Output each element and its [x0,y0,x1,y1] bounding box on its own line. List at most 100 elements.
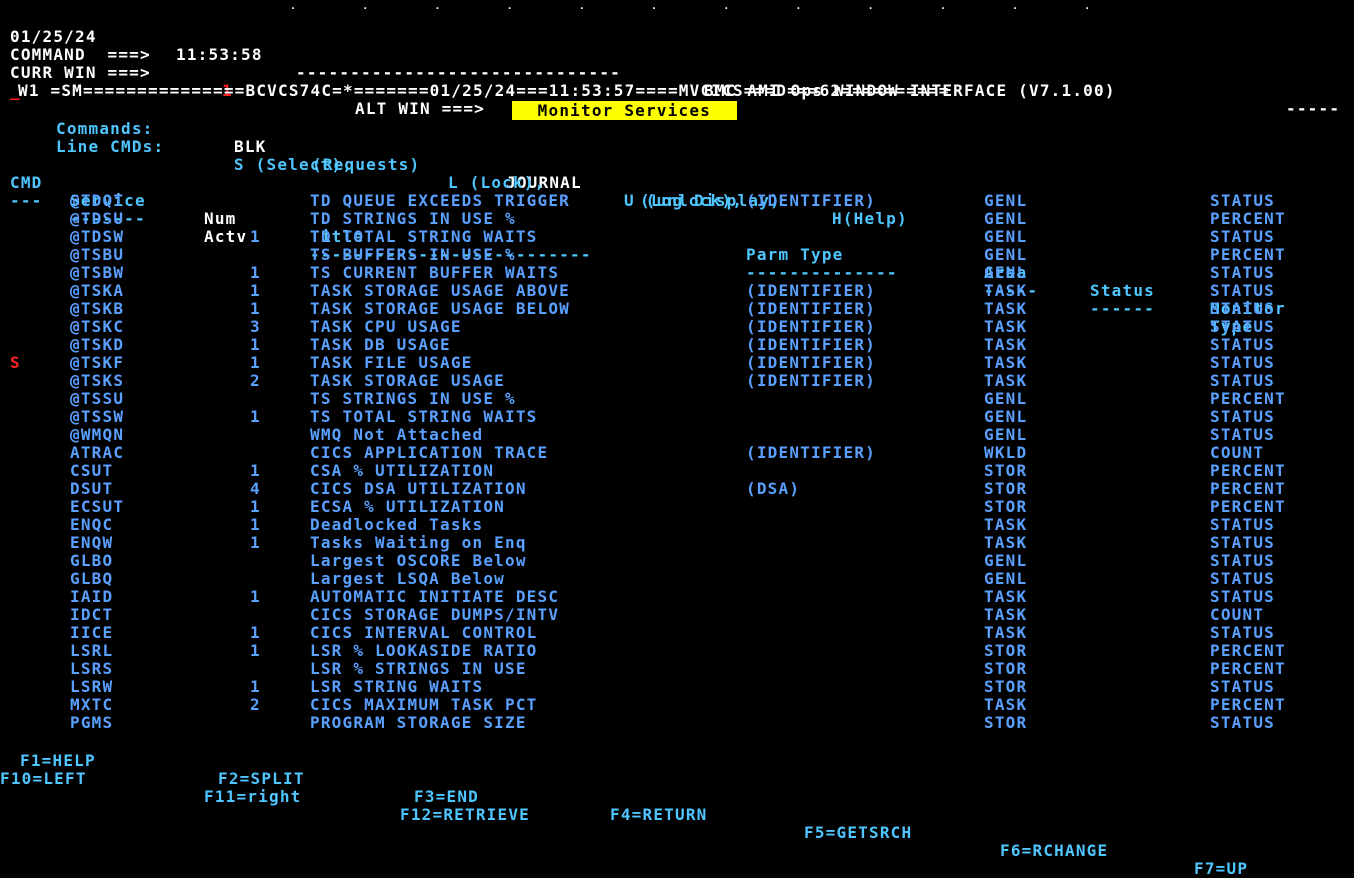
table-row[interactable]: PGMS PROGRAM STORAGE SIZE STOR STATUS [0,714,1354,732]
table-row[interactable]: S @TSKF 1 TASK FILE USAGE (IDENTIFIER) TASK ST… [0,354,1354,372]
table-row[interactable]: @TSBU TS BUFFERS IN USE % GENL PERCENT [0,246,1354,264]
row-service[interactable]: @TSKF [70,354,124,372]
table-row[interactable]: @TSKD 1 TASK DB USAGE (IDENTIFIER) TASK STATU… [0,336,1354,354]
table-row[interactable]: IDCT CICS STORAGE DUMPS/INTV TASK COUNT [0,606,1354,624]
row-num-active: 1 [250,353,261,372]
row-area: STOR [984,659,1028,678]
table-row[interactable]: @TSSW 1 TS TOTAL STRING WAITS GENL STATUS [0,408,1354,426]
row-service[interactable]: ECSUT [70,498,124,516]
row-service[interactable]: ENQC [70,516,113,534]
row-monitor-type: PERCENT [1210,389,1286,408]
table-row[interactable]: @TSKA 1 TASK STORAGE USAGE ABOVE (IDENTIFIE… [0,282,1354,300]
table-row[interactable]: IAID 1 AUTOMATIC INITIATE DESC TASK STATUS [0,588,1354,606]
pf7-up[interactable]: F7=UP [1194,860,1248,878]
row-service[interactable]: @TSKD [70,336,124,354]
date: 01/25/24 [10,27,97,46]
row-service[interactable]: GLBQ [70,570,113,588]
table-row[interactable]: @TSKS 2 TASK STORAGE USAGE (IDENTIFIER) TASK… [0,372,1354,390]
pf6-rchange[interactable]: F6=RCHANGE [1000,842,1108,860]
table-row[interactable]: LSRW 1 LSR STRING WAITS STOR STATUS [0,678,1354,696]
row-area: GENL [984,425,1028,444]
row-service[interactable]: LSRL [70,642,113,660]
table-row[interactable]: @TDQT TD QUEUE EXCEEDS TRIGGER (IDENTIFIER… [0,192,1354,210]
row-title: TASK STORAGE USAGE ABOVE [310,281,570,300]
pf1-help[interactable]: F1=HELP [20,752,96,770]
row-area: TASK [984,533,1028,552]
table-row[interactable]: @TDSU TD STRINGS IN USE % GENL PERCENT [0,210,1354,228]
table-row[interactable]: LSRS LSR % STRINGS IN USE STOR PERCENT [0,660,1354,678]
row-service[interactable]: @TSBU [70,246,124,264]
row-parm-type: (IDENTIFIER) [746,353,876,372]
table-row[interactable]: @TSKC 3 TASK CPU USAGE (IDENTIFIER) TASK STAT… [0,318,1354,336]
row-service[interactable]: CSUT [70,462,113,480]
table-row[interactable]: ENQC 1 Deadlocked Tasks TASK STATUS [0,516,1354,534]
row-service[interactable]: MXTC [70,696,113,714]
row-title: TASK FILE USAGE [310,353,473,372]
row-service[interactable]: @TSKB [70,300,124,318]
row-service[interactable]: LSRS [70,660,113,678]
row-service[interactable]: @TSSU [70,390,124,408]
pf4-return[interactable]: F4=RETURN [610,806,708,824]
row-service[interactable]: PGMS [70,714,113,732]
row-monitor-type: STATUS [1210,713,1275,732]
table-row[interactable]: IICE 1 CICS INTERVAL CONTROL TASK STATUS [0,624,1354,642]
row-service[interactable]: IAID [70,588,113,606]
pf11-right[interactable]: F11=right [204,788,302,806]
pf2-split[interactable]: F2=SPLIT [218,770,305,788]
row-title: LSR STRING WAITS [310,677,484,696]
table-row[interactable]: @WMQN WMQ Not Attached GENL STATUS [0,426,1354,444]
row-service[interactable]: @TDSU [70,210,124,228]
row-cmd-input[interactable]: S [10,354,21,372]
row-service[interactable]: LSRW [70,678,113,696]
row-service[interactable]: @WMQN [70,426,124,444]
row-title: TS CURRENT BUFFER WAITS [310,263,560,282]
row-service[interactable]: @TDQT [70,192,124,210]
pf3-end[interactable]: F3=END [414,788,479,806]
table-row[interactable]: CSUT 1 CSA % UTILIZATION STOR PERCENT [0,462,1354,480]
row-service[interactable]: @TSBW [70,264,124,282]
row-num-active: 1 [250,263,261,282]
row-service[interactable]: ATRAC [70,444,124,462]
line-cmd-select: S (Select), [234,155,354,174]
row-num-active: 2 [250,695,261,714]
pf10-left[interactable]: F10=LEFT [0,770,87,788]
row-service[interactable]: @TSKS [70,372,124,390]
table-row[interactable]: ATRAC CICS APPLICATION TRACE (IDENTIFIER) W… [0,444,1354,462]
row-service[interactable]: DSUT [70,480,113,498]
row-service[interactable]: IDCT [70,606,113,624]
row-monitor-type: PERCENT [1210,461,1286,480]
table-row[interactable]: MXTC 2 CICS MAXIMUM TASK PCT TASK PERCENT [0,696,1354,714]
row-title: TS STRINGS IN USE % [310,389,516,408]
table-row[interactable]: DSUT 4 CICS DSA UTILIZATION (DSA) STOR PERCEN… [0,480,1354,498]
table-row[interactable]: ECSUT 1 ECSA % UTILIZATION STOR PERCENT [0,498,1354,516]
table-row[interactable]: GLBQ Largest LSQA Below GENL STATUS [0,570,1354,588]
row-service[interactable]: ENQW [70,534,113,552]
row-service[interactable]: @TSKA [70,282,124,300]
cmd-blk[interactable]: BLK [234,138,267,156]
panel-title: Monitor Services [490,84,737,120]
table-row[interactable]: @TSBW 1 TS CURRENT BUFFER WAITS GENL STATUS [0,264,1354,282]
row-monitor-type: STATUS [1210,569,1275,588]
title-dashes-right: ----- [1286,99,1341,118]
row-title: CICS INTERVAL CONTROL [310,623,538,642]
table-row[interactable]: GLBO Largest OSCORE Below GENL STATUS [0,552,1354,570]
table-row[interactable]: ENQW 1 Tasks Waiting on Enq TASK STATUS [0,534,1354,552]
table-row[interactable]: @TDSW 1 TD TOTAL STRING WAITS GENL STATUS [0,228,1354,246]
row-service[interactable]: GLBO [70,552,113,570]
row-area: STOR [984,677,1028,696]
table-row[interactable]: @TSSU TS STRINGS IN USE % GENL PERCENT [0,390,1354,408]
table-row[interactable]: @TSKB 1 TASK STORAGE USAGE BELOW (IDENTIFIE… [0,300,1354,318]
pf12-retrieve[interactable]: F12=RETRIEVE [400,806,530,824]
row-service[interactable]: @TSKC [70,318,124,336]
row-area: GENL [984,245,1028,264]
row-area: GENL [984,227,1028,246]
row-service[interactable]: @TSSW [70,408,124,426]
row-service[interactable]: IICE [70,624,113,642]
row-service[interactable]: @TDSW [70,228,124,246]
row-area: STOR [984,713,1028,732]
row-title: Largest LSQA Below [310,569,505,588]
row-monitor-type: STATUS [1210,281,1275,300]
pf5-getsrch[interactable]: F5=GETSRCH [804,824,912,842]
table-row[interactable]: LSRL 1 LSR % LOOKASIDE RATIO STOR PERCENT [0,642,1354,660]
row-num-active: 1 [250,587,261,606]
